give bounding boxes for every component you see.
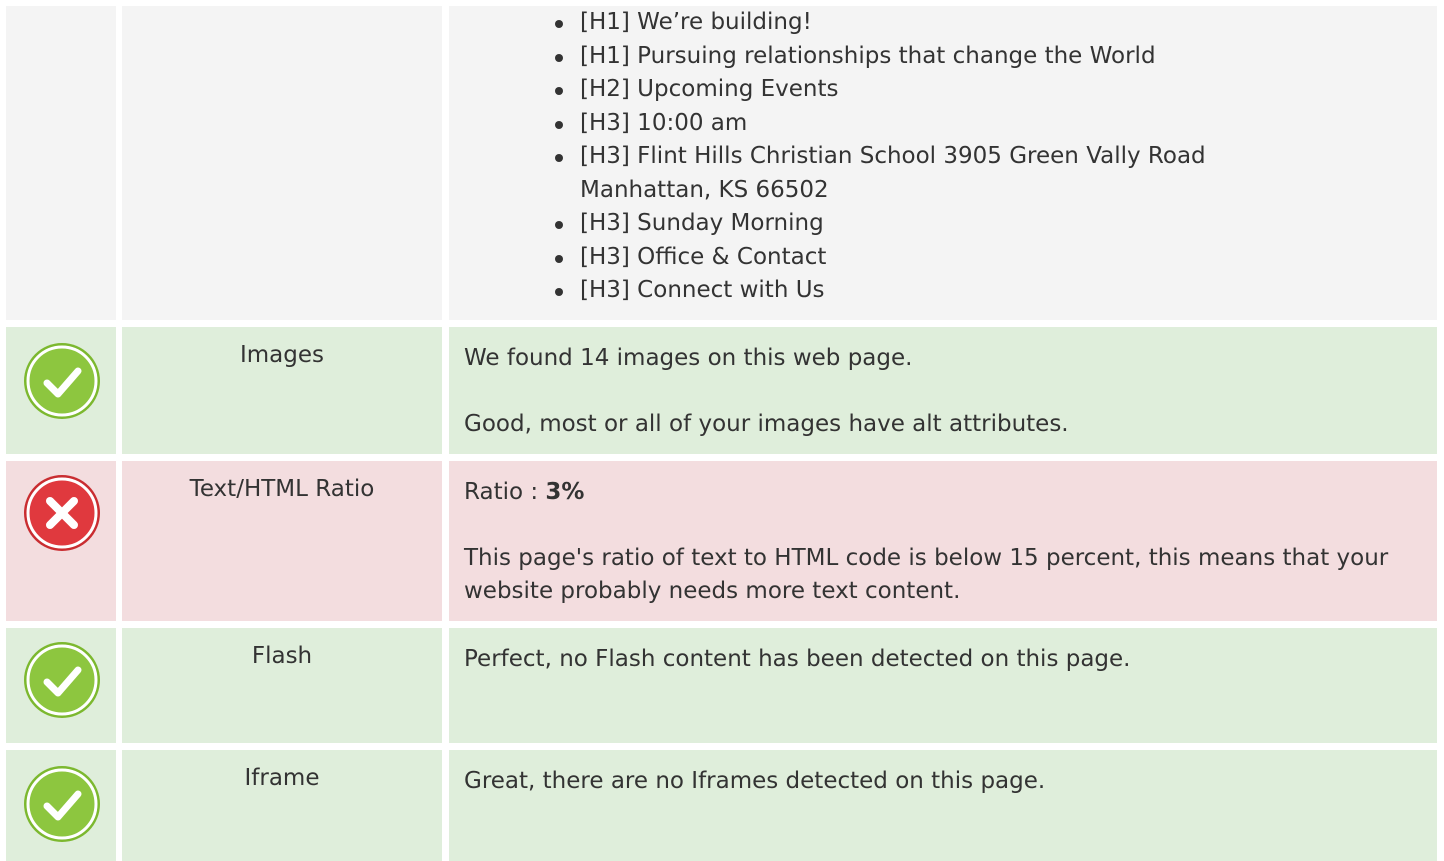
check-icon xyxy=(22,341,102,421)
ratio-row: Text/HTML Ratio Ratio : 3% This page's r… xyxy=(0,461,1444,621)
iframe-content: Great, there are no Iframes detected on … xyxy=(449,750,1437,861)
flash-content: Perfect, no Flash content has been detec… xyxy=(449,628,1437,743)
check-icon xyxy=(22,764,102,844)
ratio-value: 3% xyxy=(545,479,585,505)
heading-item: [H3] Sunday Morning xyxy=(550,207,1437,241)
iframe-label: Iframe xyxy=(122,750,442,861)
headings-list: [H1] We’re building! [H1] Pursuing relat… xyxy=(464,6,1437,308)
headings-row: [H1] We’re building! [H1] Pursuing relat… xyxy=(0,0,1444,320)
iframe-result-text: Great, there are no Iframes detected on … xyxy=(464,768,1046,794)
heading-item: [H3] Flint Hills Christian School 3905 G… xyxy=(550,140,1310,207)
ratio-value-line: Ratio : 3% xyxy=(464,476,1437,509)
ratio-prefix: Ratio : xyxy=(464,479,546,505)
images-content: We found 14 images on this web page. Goo… xyxy=(449,327,1437,454)
headings-content-cell: [H1] We’re building! [H1] Pursuing relat… xyxy=(449,6,1437,320)
flash-result-text: Perfect, no Flash content has been detec… xyxy=(464,646,1131,672)
heading-item: [H2] Upcoming Events xyxy=(550,73,1437,107)
ratio-label: Text/HTML Ratio xyxy=(122,461,442,621)
heading-item: [H3] 10:00 am xyxy=(550,107,1437,141)
heading-item: [H3] Connect with Us xyxy=(550,274,1437,308)
images-alt-text: Good, most or all of your images have al… xyxy=(464,411,1069,437)
headings-icon-cell xyxy=(6,6,116,320)
images-icon-cell xyxy=(6,327,116,454)
ratio-icon-cell xyxy=(6,461,116,621)
iframe-icon-cell xyxy=(6,750,116,861)
flash-row: Flash Perfect, no Flash content has been… xyxy=(0,628,1444,743)
cross-icon xyxy=(22,473,102,553)
check-icon xyxy=(22,640,102,720)
heading-item: [H1] Pursuing relationships that change … xyxy=(550,40,1437,74)
flash-label: Flash xyxy=(122,628,442,743)
ratio-advice-text: This page's ratio of text to HTML code i… xyxy=(464,545,1389,604)
ratio-content: Ratio : 3% This page's ratio of text to … xyxy=(449,461,1437,621)
headings-label-cell xyxy=(122,6,442,320)
heading-item: [H1] We’re building! xyxy=(550,6,1437,40)
images-count-text: We found 14 images on this web page. xyxy=(464,345,913,371)
images-label: Images xyxy=(122,327,442,454)
heading-item: [H3] Office & Contact xyxy=(550,241,1437,275)
iframe-row: Iframe Great, there are no Iframes detec… xyxy=(0,750,1444,861)
flash-icon-cell xyxy=(6,628,116,743)
images-row: Images We found 14 images on this web pa… xyxy=(0,327,1444,454)
